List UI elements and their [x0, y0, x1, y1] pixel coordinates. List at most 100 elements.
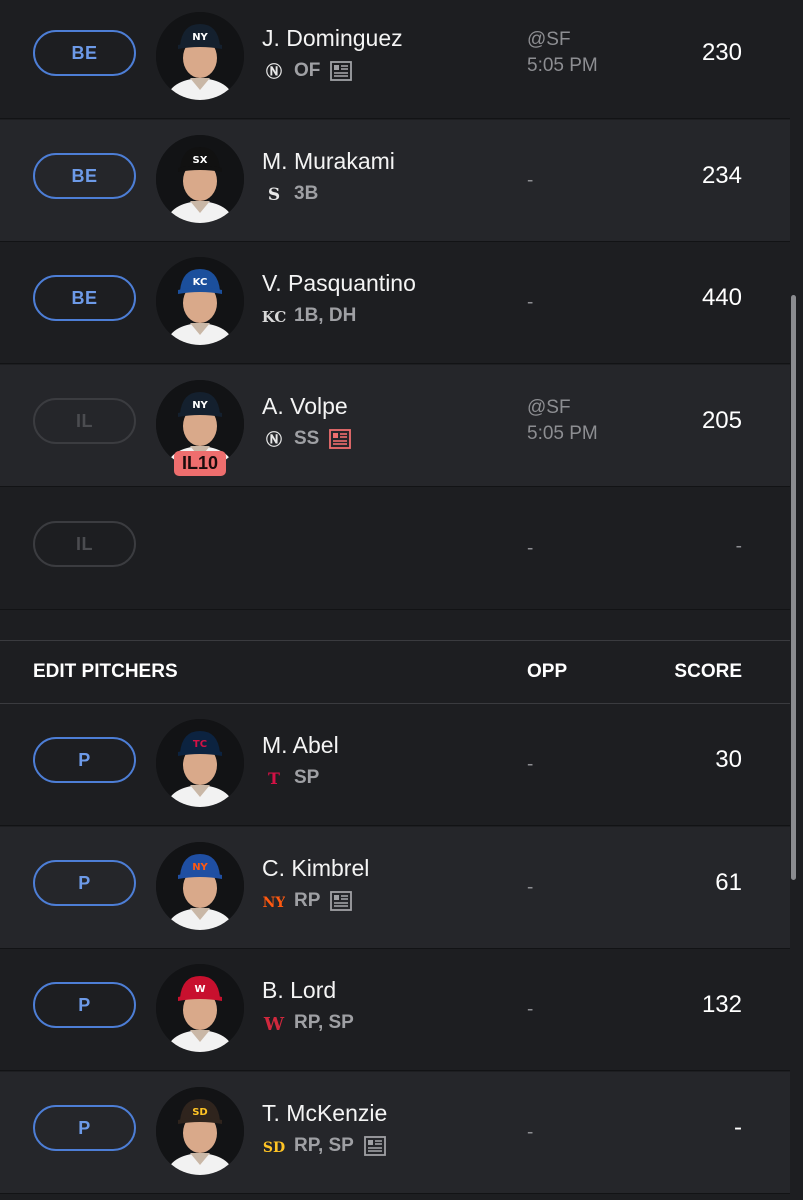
- injured-list-badge: IL10: [174, 451, 226, 476]
- svg-text:SD: SD: [192, 1107, 208, 1118]
- lineup-slot-button[interactable]: P: [33, 737, 136, 783]
- game-time: 5:05 PM: [527, 423, 598, 444]
- player-name[interactable]: T. McKenzie: [262, 1100, 387, 1127]
- svg-text:S: S: [268, 185, 280, 205]
- svg-text:NY: NY: [263, 895, 285, 911]
- opponent-team: -: [527, 754, 534, 775]
- player-headshot[interactable]: NY: [156, 12, 244, 100]
- nym-logo-icon: NY: [262, 890, 286, 912]
- player-name[interactable]: A. Volpe: [262, 393, 348, 420]
- player-headshot[interactable]: TC: [156, 719, 244, 807]
- opponent-info: -: [527, 997, 533, 1023]
- scrollbar[interactable]: [791, 295, 796, 880]
- min-logo-icon: T: [262, 767, 286, 789]
- news-icon[interactable]: [330, 891, 353, 911]
- lineup-slot-button[interactable]: BE: [33, 30, 136, 76]
- player-score: -: [735, 536, 742, 557]
- svg-text:W: W: [263, 1014, 285, 1034]
- wsh-logo-icon: W: [262, 1012, 286, 1034]
- opponent-team: @SF: [527, 397, 571, 418]
- batter-row[interactable]: IL NY A. Volpe Ⓝ SS @SF 5:05 PM 205: [0, 365, 790, 487]
- pitchers-section-header: EDIT PITCHERS OPP SCORE: [0, 641, 790, 704]
- player-meta: Ⓝ OF: [262, 59, 353, 83]
- svg-text:T: T: [268, 769, 280, 788]
- edit-pitchers-link[interactable]: EDIT PITCHERS: [33, 661, 178, 683]
- lineup-slot-button[interactable]: BE: [33, 153, 136, 199]
- pitcher-row[interactable]: P W B. Lord W RP, SP - 132: [0, 949, 790, 1071]
- svg-text:NY: NY: [192, 32, 208, 43]
- lineup-slot-button[interactable]: IL: [33, 398, 136, 444]
- opponent-info: -: [527, 168, 533, 194]
- pitcher-row[interactable]: P SD T. McKenzie SD RP, SP - -: [0, 1072, 790, 1194]
- player-score: 440: [701, 284, 742, 311]
- player-score: 30: [715, 746, 742, 773]
- opponent-team: @SF: [527, 29, 571, 50]
- opponent-team: -: [527, 999, 534, 1020]
- batter-row[interactable]: BE SX M. Murakami S 3B - 234: [0, 120, 790, 242]
- svg-text:SX: SX: [193, 155, 208, 166]
- pitcher-row[interactable]: P NY C. Kimbrel NY RP - 61: [0, 827, 790, 949]
- news-icon[interactable]: [363, 1136, 386, 1156]
- player-headshot[interactable]: SX: [156, 135, 244, 223]
- opponent-team: -: [527, 170, 534, 191]
- player-meta: T SP: [262, 766, 319, 790]
- batter-row[interactable]: BE KC V. Pasquantino KC 1B, DH - 440: [0, 242, 790, 364]
- batter-row[interactable]: IL - -: [0, 488, 790, 610]
- kc-logo-icon: KC: [262, 305, 286, 327]
- section-divider: [0, 610, 790, 641]
- player-positions: 3B: [294, 183, 319, 204]
- pitcher-row[interactable]: P TC M. Abel T SP - 30: [0, 704, 790, 826]
- player-meta: NY RP: [262, 889, 353, 913]
- svg-text:NY: NY: [192, 400, 208, 411]
- svg-text:KC: KC: [262, 308, 286, 326]
- lineup-slot-button[interactable]: P: [33, 1105, 136, 1151]
- player-meta: W RP, SP: [262, 1011, 354, 1035]
- player-positions: SP: [294, 767, 320, 788]
- player-headshot[interactable]: KC: [156, 257, 244, 345]
- game-time: 5:05 PM: [527, 55, 598, 76]
- player-positions: RP: [294, 890, 321, 911]
- player-meta: S 3B: [262, 182, 318, 206]
- player-score: 132: [701, 991, 742, 1018]
- opponent-info: @SF 5:05 PM: [527, 395, 598, 447]
- opp-column-header: OPP: [527, 661, 568, 682]
- player-headshot[interactable]: SD: [156, 1087, 244, 1175]
- player-name[interactable]: V. Pasquantino: [262, 270, 416, 297]
- score-column-header[interactable]: SCORE: [674, 661, 742, 683]
- opponent-team: -: [527, 1122, 534, 1143]
- player-positions: OF: [294, 60, 321, 81]
- nyy-logo-icon: Ⓝ: [262, 60, 286, 82]
- player-score: -: [734, 1114, 742, 1141]
- svg-text:TC: TC: [193, 739, 207, 750]
- player-headshot[interactable]: W: [156, 964, 244, 1052]
- news-icon[interactable]: [329, 429, 352, 449]
- nyy-logo-icon: Ⓝ: [262, 428, 286, 450]
- lineup-slot-button[interactable]: IL: [33, 521, 136, 567]
- opponent-team: -: [527, 877, 534, 898]
- player-name[interactable]: M. Murakami: [262, 148, 395, 175]
- player-name[interactable]: J. Dominguez: [262, 25, 403, 52]
- lineup-slot-button[interactable]: P: [33, 860, 136, 906]
- news-icon[interactable]: [330, 61, 353, 81]
- player-score: 230: [701, 39, 742, 66]
- player-positions: SS: [294, 428, 320, 449]
- opponent-info: -: [527, 290, 533, 316]
- opponent-team: -: [527, 292, 534, 313]
- svg-text:Ⓝ: Ⓝ: [266, 430, 282, 449]
- batter-row[interactable]: BE NY J. Dominguez Ⓝ OF @SF 5:05 PM 230: [0, 0, 790, 119]
- player-headshot[interactable]: NY: [156, 842, 244, 930]
- cws-logo-icon: S: [262, 183, 286, 205]
- player-score: 205: [701, 407, 742, 434]
- opponent-info: -: [527, 752, 533, 778]
- player-score: 234: [701, 162, 742, 189]
- lineup-slot-button[interactable]: BE: [33, 275, 136, 321]
- lineup-slot-button[interactable]: P: [33, 982, 136, 1028]
- svg-text:KC: KC: [193, 277, 208, 288]
- player-name[interactable]: M. Abel: [262, 732, 339, 759]
- player-name[interactable]: C. Kimbrel: [262, 855, 369, 882]
- opponent-info: -: [527, 536, 533, 562]
- player-name[interactable]: B. Lord: [262, 977, 336, 1004]
- player-score: 61: [715, 869, 742, 896]
- player-meta: Ⓝ SS: [262, 427, 352, 451]
- player-positions: RP, SP: [294, 1012, 354, 1033]
